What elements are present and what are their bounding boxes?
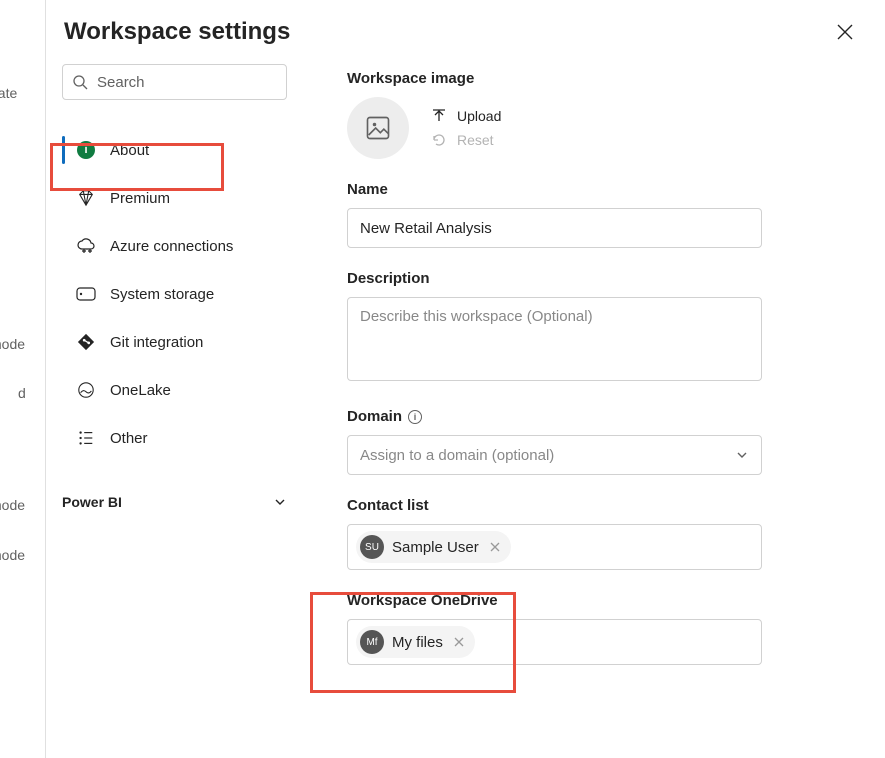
- close-icon: [454, 637, 464, 647]
- git-icon: [76, 332, 96, 352]
- sidebar-item-label: Azure connections: [110, 238, 233, 255]
- form-area: Workspace image Upload Reset: [347, 64, 762, 687]
- name-input[interactable]: [347, 208, 762, 248]
- chevron-down-icon: [273, 495, 287, 509]
- search-input[interactable]: [62, 64, 287, 100]
- upload-icon: [431, 108, 447, 124]
- background-obscured-text: date mode d mode mode: [0, 0, 40, 758]
- image-icon: [364, 114, 392, 142]
- domain-label: Domain i: [347, 408, 762, 425]
- chip-label: Sample User: [392, 539, 479, 556]
- onelake-icon: [76, 380, 96, 400]
- active-indicator: [62, 136, 65, 164]
- sidebar: i About Premium Azure connections Sy: [62, 64, 287, 687]
- diamond-icon: [76, 188, 96, 208]
- domain-select[interactable]: Assign to a domain (optional): [347, 435, 762, 475]
- sidebar-item-label: Premium: [110, 190, 170, 207]
- sidebar-item-label: About: [110, 142, 149, 159]
- cloud-icon: [76, 236, 96, 256]
- storage-icon: [76, 284, 96, 304]
- close-icon: [837, 24, 853, 40]
- other-icon: [76, 428, 96, 448]
- chip-remove-button[interactable]: [451, 634, 467, 650]
- sidebar-item-about[interactable]: i About: [62, 126, 287, 174]
- section-label: Power BI: [62, 494, 122, 510]
- chip-label: My files: [392, 634, 443, 651]
- search-wrap: [62, 64, 287, 100]
- reset-label: Reset: [457, 132, 494, 148]
- page-title: Workspace settings: [64, 18, 290, 46]
- sidebar-item-label: OneLake: [110, 382, 171, 399]
- workspace-image-label: Workspace image: [347, 70, 762, 87]
- info-icon: i: [77, 141, 95, 159]
- contact-list-input[interactable]: SU Sample User: [347, 524, 762, 570]
- reset-button: Reset: [431, 132, 501, 148]
- onedrive-chip: Mf My files: [356, 626, 475, 658]
- chevron-down-icon: [735, 448, 749, 462]
- settings-panel: Workspace settings i About Premium: [45, 0, 885, 758]
- onedrive-input[interactable]: Mf My files: [347, 619, 762, 665]
- reset-icon: [431, 132, 447, 148]
- sidebar-item-onelake[interactable]: OneLake: [62, 366, 287, 414]
- close-button[interactable]: [829, 16, 861, 48]
- panel-header: Workspace settings: [46, 0, 885, 58]
- name-label: Name: [347, 181, 762, 198]
- sidebar-item-azure-connections[interactable]: Azure connections: [62, 222, 287, 270]
- description-label: Description: [347, 270, 762, 287]
- sidebar-item-premium[interactable]: Premium: [62, 174, 287, 222]
- sidebar-item-system-storage[interactable]: System storage: [62, 270, 287, 318]
- avatar: SU: [360, 535, 384, 559]
- onedrive-label: Workspace OneDrive: [347, 592, 762, 609]
- sidebar-item-other[interactable]: Other: [62, 414, 287, 462]
- contact-list-label: Contact list: [347, 497, 762, 514]
- sidebar-item-label: Other: [110, 430, 148, 447]
- upload-label: Upload: [457, 108, 501, 124]
- sidebar-item-git-integration[interactable]: Git integration: [62, 318, 287, 366]
- domain-placeholder: Assign to a domain (optional): [360, 447, 554, 464]
- workspace-image-placeholder[interactable]: [347, 97, 409, 159]
- upload-button[interactable]: Upload: [431, 108, 501, 124]
- description-input[interactable]: [347, 297, 762, 381]
- close-icon: [490, 542, 500, 552]
- avatar: Mf: [360, 630, 384, 654]
- sidebar-item-label: System storage: [110, 286, 214, 303]
- sidebar-section-powerbi[interactable]: Power BI: [62, 462, 287, 510]
- sidebar-item-label: Git integration: [110, 334, 203, 351]
- contact-chip: SU Sample User: [356, 531, 511, 563]
- info-icon[interactable]: i: [408, 410, 422, 424]
- chip-remove-button[interactable]: [487, 539, 503, 555]
- search-icon: [72, 74, 88, 90]
